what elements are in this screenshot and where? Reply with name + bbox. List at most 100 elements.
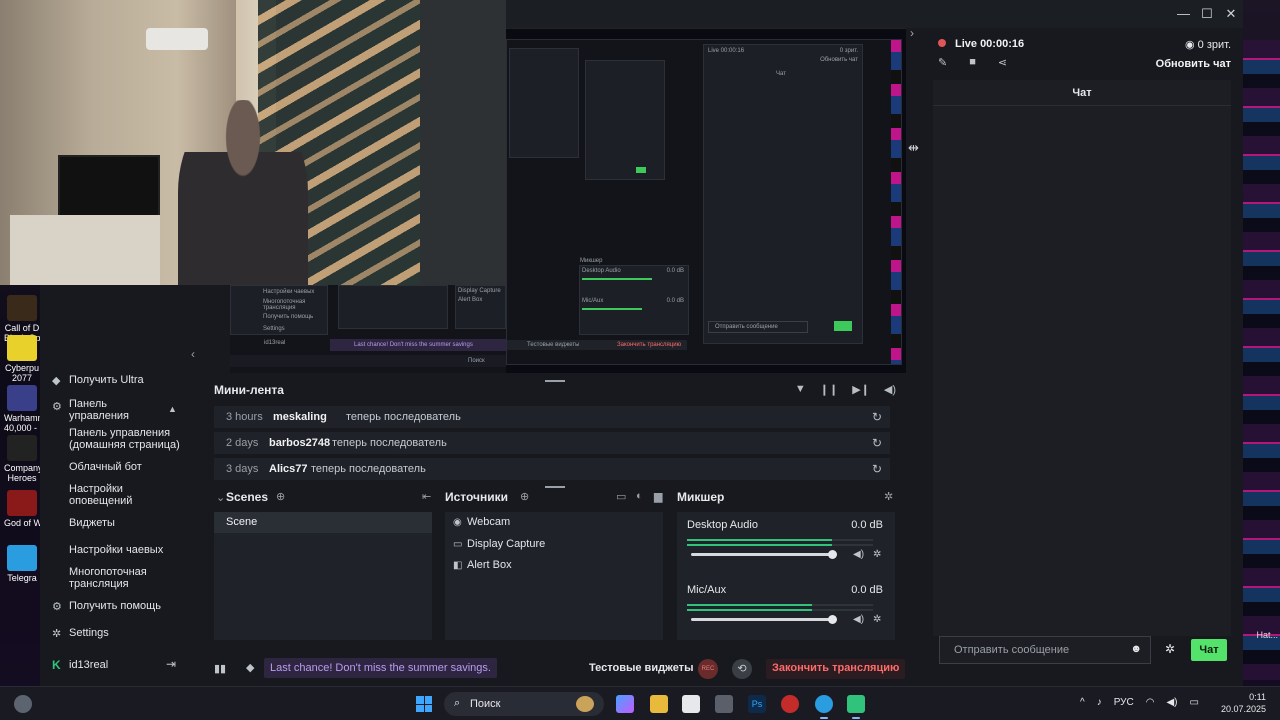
volume-icon[interactable]: ◀) <box>1166 697 1177 708</box>
level-meter <box>687 539 873 541</box>
volume-slider[interactable] <box>691 550 837 559</box>
sidebar-item-dashboard[interactable]: Панель управления <box>69 398 149 422</box>
source-item[interactable]: ◧ Alert Box <box>453 559 512 571</box>
chevron-right-icon[interactable]: › <box>910 26 914 40</box>
maximize-button[interactable]: ☐ <box>1201 6 1213 22</box>
preview-text: Обновить чат <box>820 57 858 63</box>
camera-icon[interactable]: ■ <box>969 56 976 69</box>
feed-action: теперь последователь <box>311 463 426 475</box>
preview-text: Desktop Audio <box>582 268 621 274</box>
gear-icon[interactable]: ✲ <box>884 490 893 503</box>
logout-icon[interactable]: ⇥ <box>166 657 176 671</box>
share-icon[interactable]: ⋖ <box>998 56 1007 69</box>
chevron-up-icon[interactable]: ^ <box>1080 697 1085 708</box>
chevron-down-icon[interactable]: ⌄ <box>216 491 225 504</box>
pause-icon[interactable]: ❙❙ <box>820 383 838 396</box>
source-item[interactable]: ▭ Display Capture <box>453 538 545 550</box>
battery-icon[interactable]: ▭ <box>1190 697 1199 708</box>
send-chat-button[interactable]: Чат <box>1191 639 1227 661</box>
feed-user: Alics77 <box>269 463 308 475</box>
chat-panel: Live 00:00:16 ◉ 0 зрит. ✎ ■ ⋖ Обновить ч… <box>933 28 1243 686</box>
desktop-shortcut[interactable]: God of W <box>4 490 42 528</box>
desktop-shortcut-label: Cyberpu 2077 <box>4 363 40 383</box>
sidebar-item-multistream[interactable]: Многопоточная трансляция <box>69 566 159 590</box>
source-label: Display Capture <box>467 538 546 550</box>
end-stream-button[interactable]: Закончить трансляцию <box>766 659 906 679</box>
gear-icon[interactable]: ✲ <box>873 549 881 560</box>
wifi-icon[interactable]: ◠ <box>1146 697 1155 708</box>
sidebar-item-widgets[interactable]: Виджеты <box>69 517 189 529</box>
add-scene-icon[interactable]: ⊕ <box>276 490 285 503</box>
replay-icon[interactable]: ↻ <box>872 436 882 450</box>
gear-icon[interactable]: ✲ <box>873 614 881 625</box>
filter-icon[interactable]: ▼ <box>795 383 806 396</box>
preview-text: Mic/Aux <box>582 298 604 304</box>
chevron-up-icon[interactable]: ▲ <box>168 404 177 414</box>
speaker-icon[interactable]: ◀) <box>853 549 864 560</box>
opera-icon[interactable] <box>781 695 799 713</box>
microphone-icon[interactable]: ♪ <box>1097 697 1102 708</box>
preview-text: Настройки чаевых <box>263 289 315 295</box>
promo-banner[interactable]: Last chance! Don't miss the summer savin… <box>264 658 497 678</box>
clock[interactable]: 0:11 20.07.2025 <box>1221 691 1266 715</box>
gear-icon[interactable]: ✲ <box>1165 642 1175 656</box>
split-icon[interactable]: ⇤ <box>422 490 431 503</box>
scene-item[interactable]: Scene <box>214 512 432 533</box>
desktop-shortcut[interactable]: Warhamm 40,000 - I <box>4 385 45 433</box>
edit-icon[interactable]: ✎ <box>938 56 947 69</box>
streamlabs-icon[interactable] <box>847 695 865 719</box>
sidebar-item-tips[interactable]: Настройки чаевых <box>69 544 189 556</box>
volume-icon[interactable]: ◀) <box>884 383 896 396</box>
replay-buffer-icon[interactable]: ⟲ <box>732 659 752 679</box>
store-icon[interactable] <box>682 695 700 713</box>
app-icon <box>7 385 37 411</box>
chevron-left-icon[interactable]: ‹ <box>191 347 195 361</box>
sidebar-item-dashboard-home[interactable]: Панель управления (домашняя страница) <box>69 427 184 451</box>
taskbar-search[interactable]: ⌕ Поиск <box>444 692 604 716</box>
file-explorer-icon[interactable] <box>650 695 668 713</box>
chat-body: Чат <box>933 80 1231 636</box>
source-item[interactable]: ◉ Webcam <box>453 516 510 528</box>
minimize-button[interactable]: — <box>1177 6 1190 22</box>
close-button[interactable]: ✕ <box>1225 6 1237 22</box>
desktop-shortcut[interactable]: Company Heroes <box>4 435 43 483</box>
chat-input[interactable]: Отправить сообщение ☻ <box>939 636 1151 664</box>
drag-handle[interactable] <box>545 486 565 488</box>
screen-icon[interactable]: ▭ <box>616 490 626 503</box>
desktop-shortcut[interactable]: Cyberpu 2077 <box>4 335 40 383</box>
windows-start-icon[interactable] <box>416 696 432 712</box>
emoji-icon[interactable]: ☻ <box>1130 643 1142 655</box>
eye-icon: ◉ <box>1184 39 1198 51</box>
preview-neon-strip <box>891 40 901 364</box>
replay-icon[interactable]: ↻ <box>872 462 882 476</box>
folder-icon[interactable]: ▆ <box>654 490 662 503</box>
sidebar-item-settings[interactable]: Settings <box>69 627 189 639</box>
hide-icon[interactable]: ◐ <box>636 490 643 502</box>
sidebar-item-ultra[interactable]: Получить Ultra <box>69 374 189 386</box>
user-profile[interactable]: K id13real ⇥ <box>40 650 206 678</box>
preview-pane <box>509 48 579 158</box>
stream-preview[interactable]: Live 00:00:16 0 зрит. Обновить чат Чат О… <box>506 28 906 373</box>
stats-icon[interactable]: ▮▮ <box>214 662 226 675</box>
sidebar-item-alerts[interactable]: Настройки оповещений <box>69 483 149 507</box>
record-button[interactable]: REC <box>698 659 718 679</box>
photoshop-icon[interactable]: Ps <box>748 695 766 713</box>
sidebar-item-help[interactable]: Получить помощь <box>69 600 189 612</box>
skip-icon[interactable]: ▶❙ <box>852 383 870 396</box>
weather-widget-icon[interactable] <box>14 695 32 713</box>
resize-handle-icon[interactable]: ⇹ <box>908 140 919 156</box>
test-widgets-button[interactable]: Тестовые виджеты <box>589 662 693 674</box>
copilot-icon[interactable] <box>616 695 634 713</box>
speaker-icon[interactable]: ◀) <box>853 614 864 625</box>
add-source-icon[interactable]: ⊕ <box>520 490 529 503</box>
desktop-shortcut[interactable]: Telegra <box>4 545 40 583</box>
replay-icon[interactable]: ↻ <box>872 410 882 424</box>
language-indicator[interactable]: РУС <box>1114 697 1134 708</box>
mixer-channel: Desktop Audio 0.0 dB ◀) ✲ <box>687 519 883 569</box>
refresh-chat-button[interactable]: Обновить чат <box>1156 58 1231 70</box>
unity-icon[interactable] <box>715 695 733 713</box>
sidebar-item-cloudbot[interactable]: Облачный бот <box>69 461 189 473</box>
volume-slider[interactable] <box>691 615 837 624</box>
telegram-icon[interactable] <box>815 695 833 719</box>
notification-icon[interactable]: ◆ <box>246 661 254 674</box>
